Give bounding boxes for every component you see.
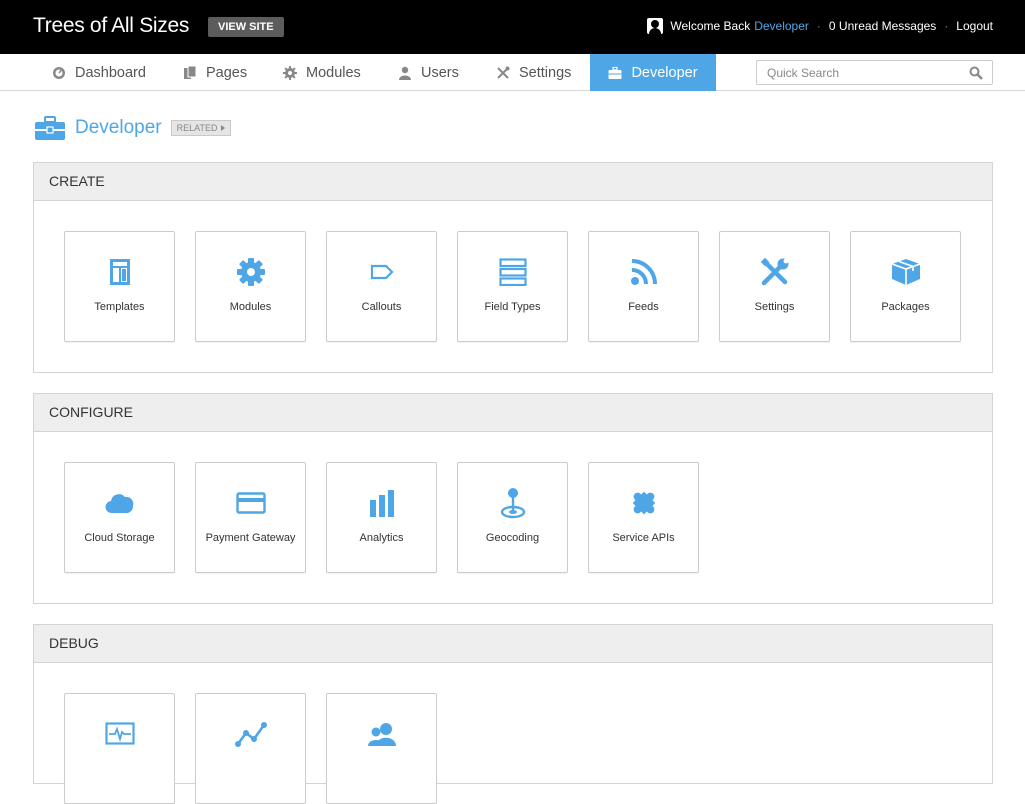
gear-icon [236, 258, 265, 286]
tile-feeds[interactable]: Feeds [588, 231, 699, 342]
site-title: Trees of All Sizes [33, 14, 190, 37]
tile-label: Packages [881, 301, 930, 313]
tile-debug-monitor[interactable] [64, 693, 175, 804]
briefcase-icon [608, 66, 622, 79]
search-input[interactable] [757, 61, 957, 84]
nav-label: Dashboard [75, 64, 146, 81]
monitor-pulse-icon [104, 722, 135, 745]
credit-card-icon [235, 492, 266, 514]
top-bar: Trees of All Sizes VIEW SITE Welcome Bac… [0, 0, 1025, 54]
nav-label: Modules [306, 64, 361, 81]
main-nav: Dashboard Pages Modules Users Settings D… [0, 54, 1025, 91]
tile-label: Callouts [361, 301, 402, 313]
tile-service-apis[interactable]: Service APIs [588, 462, 699, 573]
pages-icon [184, 65, 197, 79]
nav-item-dashboard[interactable]: Dashboard [52, 54, 146, 91]
tile-field-types[interactable]: Field Types [457, 231, 568, 342]
view-site-button[interactable]: VIEW SITE [208, 17, 284, 37]
welcome-text: Welcome Back [670, 19, 751, 33]
nav-item-modules[interactable]: Modules [283, 54, 361, 91]
nav-item-developer[interactable]: Developer [590, 54, 716, 91]
nav-item-users[interactable]: Users [398, 54, 459, 91]
tile-label: Feeds [628, 301, 659, 313]
tile-label: Analytics [359, 532, 404, 544]
avatar[interactable] [647, 18, 664, 34]
related-button[interactable]: RELATED [170, 120, 232, 136]
caret-right-icon [221, 125, 226, 131]
tile-label: Cloud Storage [84, 532, 155, 544]
nav-item-pages[interactable]: Pages [183, 54, 247, 91]
related-label: RELATED [176, 123, 218, 133]
section-title: CREATE [34, 163, 992, 201]
nav-item-settings[interactable]: Settings [496, 54, 571, 91]
puzzle-icon [632, 491, 655, 515]
logout-link[interactable]: Logout [956, 19, 993, 33]
user-icon [399, 66, 411, 80]
users-icon [367, 723, 396, 746]
section-debug: DEBUG [33, 624, 993, 804]
unread-messages-link[interactable]: 0 Unread Messages [829, 19, 936, 33]
callout-icon [370, 264, 394, 280]
tile-packages[interactable]: Packages [850, 231, 961, 342]
nav-label: Users [421, 64, 459, 81]
user-area: Welcome Back Developer · 0 Unread Messag… [647, 18, 993, 34]
tools-icon [497, 66, 510, 79]
package-icon [891, 259, 920, 285]
tile-payment-gateway[interactable]: Payment Gateway [195, 462, 306, 573]
search-icon[interactable] [969, 66, 983, 80]
tile-geocoding[interactable]: Geocoding [457, 462, 568, 573]
briefcase-icon [35, 116, 65, 140]
tile-debug-users[interactable] [326, 693, 437, 804]
tile-debug-graph[interactable] [195, 693, 306, 804]
dashboard-icon [53, 66, 65, 79]
tile-label: Payment Gateway [205, 532, 296, 544]
tile-analytics[interactable]: Analytics [326, 462, 437, 573]
quick-search [756, 60, 993, 85]
map-pin-icon [500, 488, 525, 519]
tile-label: Settings [754, 301, 795, 313]
tile-label: Modules [229, 301, 272, 313]
tile-label: Templates [94, 301, 145, 313]
section-create: CREATE Templates Modules Callouts Field … [33, 162, 993, 373]
nav-label: Developer [631, 64, 698, 81]
tile-callouts[interactable]: Callouts [326, 231, 437, 342]
field-types-icon [498, 258, 527, 286]
page-title: Developer [75, 117, 162, 138]
section-title: CONFIGURE [34, 394, 992, 432]
tile-settings[interactable]: Settings [719, 231, 830, 342]
section-configure: CONFIGURE Cloud Storage Payment Gateway … [33, 393, 993, 604]
tile-templates[interactable]: Templates [64, 231, 175, 342]
separator-dot: · [816, 19, 821, 33]
page-heading: Developer RELATED [35, 114, 232, 142]
line-graph-icon [234, 722, 267, 747]
tile-label: Geocoding [485, 532, 540, 544]
separator-dot: · [944, 19, 949, 33]
bar-chart-icon [369, 490, 394, 517]
cloud-icon [104, 494, 133, 514]
template-icon [109, 259, 130, 285]
tools-icon [760, 257, 788, 286]
user-name-link[interactable]: Developer [754, 19, 809, 33]
rss-icon [630, 259, 657, 285]
tile-modules[interactable]: Modules [195, 231, 306, 342]
section-title: DEBUG [34, 625, 992, 663]
tile-label: Service APIs [612, 532, 675, 544]
tile-cloud-storage[interactable]: Cloud Storage [64, 462, 175, 573]
tile-label: Field Types [484, 301, 541, 313]
nav-label: Pages [206, 64, 248, 81]
gear-icon [283, 65, 297, 80]
nav-label: Settings [519, 64, 572, 81]
